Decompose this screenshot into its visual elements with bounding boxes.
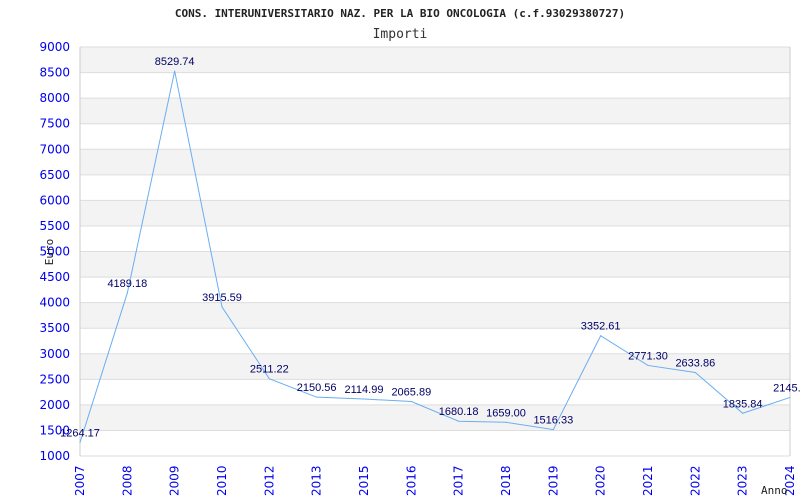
data-point <box>505 421 507 423</box>
x-tick-label: 2007 <box>73 465 87 496</box>
data-point <box>742 412 744 414</box>
y-tick-label: 2000 <box>39 398 70 412</box>
x-tick-label: 2020 <box>594 465 608 496</box>
data-label: 3915.59 <box>202 292 242 304</box>
data-point <box>647 364 649 366</box>
data-label: 3352.61 <box>581 321 621 333</box>
y-tick-label: 4000 <box>39 296 70 310</box>
y-tick-label: 8500 <box>39 66 70 80</box>
y-tick-label: 5500 <box>39 219 70 233</box>
y-tick-label: 3500 <box>39 321 70 335</box>
data-point <box>79 441 81 443</box>
grid-band <box>80 404 790 431</box>
y-tick-label: 7500 <box>39 117 70 131</box>
x-tick-label: 2018 <box>499 465 513 496</box>
data-label: 4189.18 <box>107 278 147 290</box>
x-tick-label: 2008 <box>120 465 134 496</box>
chart-title: CONS. INTERUNIVERSITARIO NAZ. PER LA BIO… <box>175 7 625 20</box>
grid-band <box>80 200 790 226</box>
data-point <box>600 335 602 337</box>
data-label: 2114.99 <box>345 384 384 396</box>
data-label: 8529.74 <box>155 56 195 68</box>
x-axis-label: Anno <box>761 484 788 497</box>
data-point <box>410 401 412 403</box>
data-label: 2771.30 <box>628 350 668 362</box>
data-label: 1516.33 <box>533 415 573 427</box>
y-tick-label: 6500 <box>39 168 70 182</box>
grid-band <box>80 302 790 329</box>
x-tick-label: 2010 <box>215 465 229 496</box>
x-tick-label: 2009 <box>168 465 182 496</box>
y-tick-label: 6000 <box>39 193 70 207</box>
y-tick-label: 3000 <box>39 347 70 361</box>
y-tick-label: 7000 <box>39 142 70 156</box>
data-label: 2633.86 <box>675 357 715 369</box>
data-label: 1659.00 <box>486 407 526 419</box>
x-tick-label: 2015 <box>357 465 371 496</box>
grid-band <box>80 251 790 278</box>
chart-subtitle: Importi <box>373 27 428 42</box>
data-point <box>268 378 270 380</box>
data-label: 1264.17 <box>60 427 100 439</box>
y-tick-label: 4500 <box>39 270 70 284</box>
y-axis-label: Euro <box>43 239 56 266</box>
y-tick-label: 1000 <box>39 449 70 463</box>
data-point <box>458 420 460 422</box>
grid-band <box>80 149 790 175</box>
data-point <box>552 429 554 431</box>
data-point <box>316 396 318 398</box>
data-point <box>363 398 365 400</box>
x-tick-label: 2019 <box>546 465 560 496</box>
x-tick-label: 2017 <box>452 465 466 496</box>
data-label: 2145.1 <box>773 382 800 394</box>
x-tick-label: 2013 <box>310 465 324 496</box>
x-tick-label: 2021 <box>641 465 655 496</box>
data-label: 2065.89 <box>391 387 431 399</box>
x-tick-label: 2023 <box>736 465 750 496</box>
data-point <box>126 292 128 294</box>
y-tick-label: 2500 <box>39 372 70 386</box>
y-tick-label: 9000 <box>39 40 70 54</box>
data-label: 2150.56 <box>297 382 337 394</box>
data-point <box>789 396 791 398</box>
line-chart: CONS. INTERUNIVERSITARIO NAZ. PER LA BIO… <box>39 7 800 497</box>
grid-band <box>80 98 790 124</box>
data-label: 1835.84 <box>723 398 763 410</box>
y-tick-label: 8000 <box>39 91 70 105</box>
data-point <box>694 371 696 373</box>
data-point <box>221 306 223 308</box>
x-tick-label: 2016 <box>404 465 418 496</box>
data-point <box>174 70 176 72</box>
data-label: 1680.18 <box>439 406 479 418</box>
x-tick-label: 2022 <box>688 465 702 496</box>
x-tick-label: 2012 <box>262 465 276 496</box>
data-label: 2511.22 <box>250 364 289 376</box>
